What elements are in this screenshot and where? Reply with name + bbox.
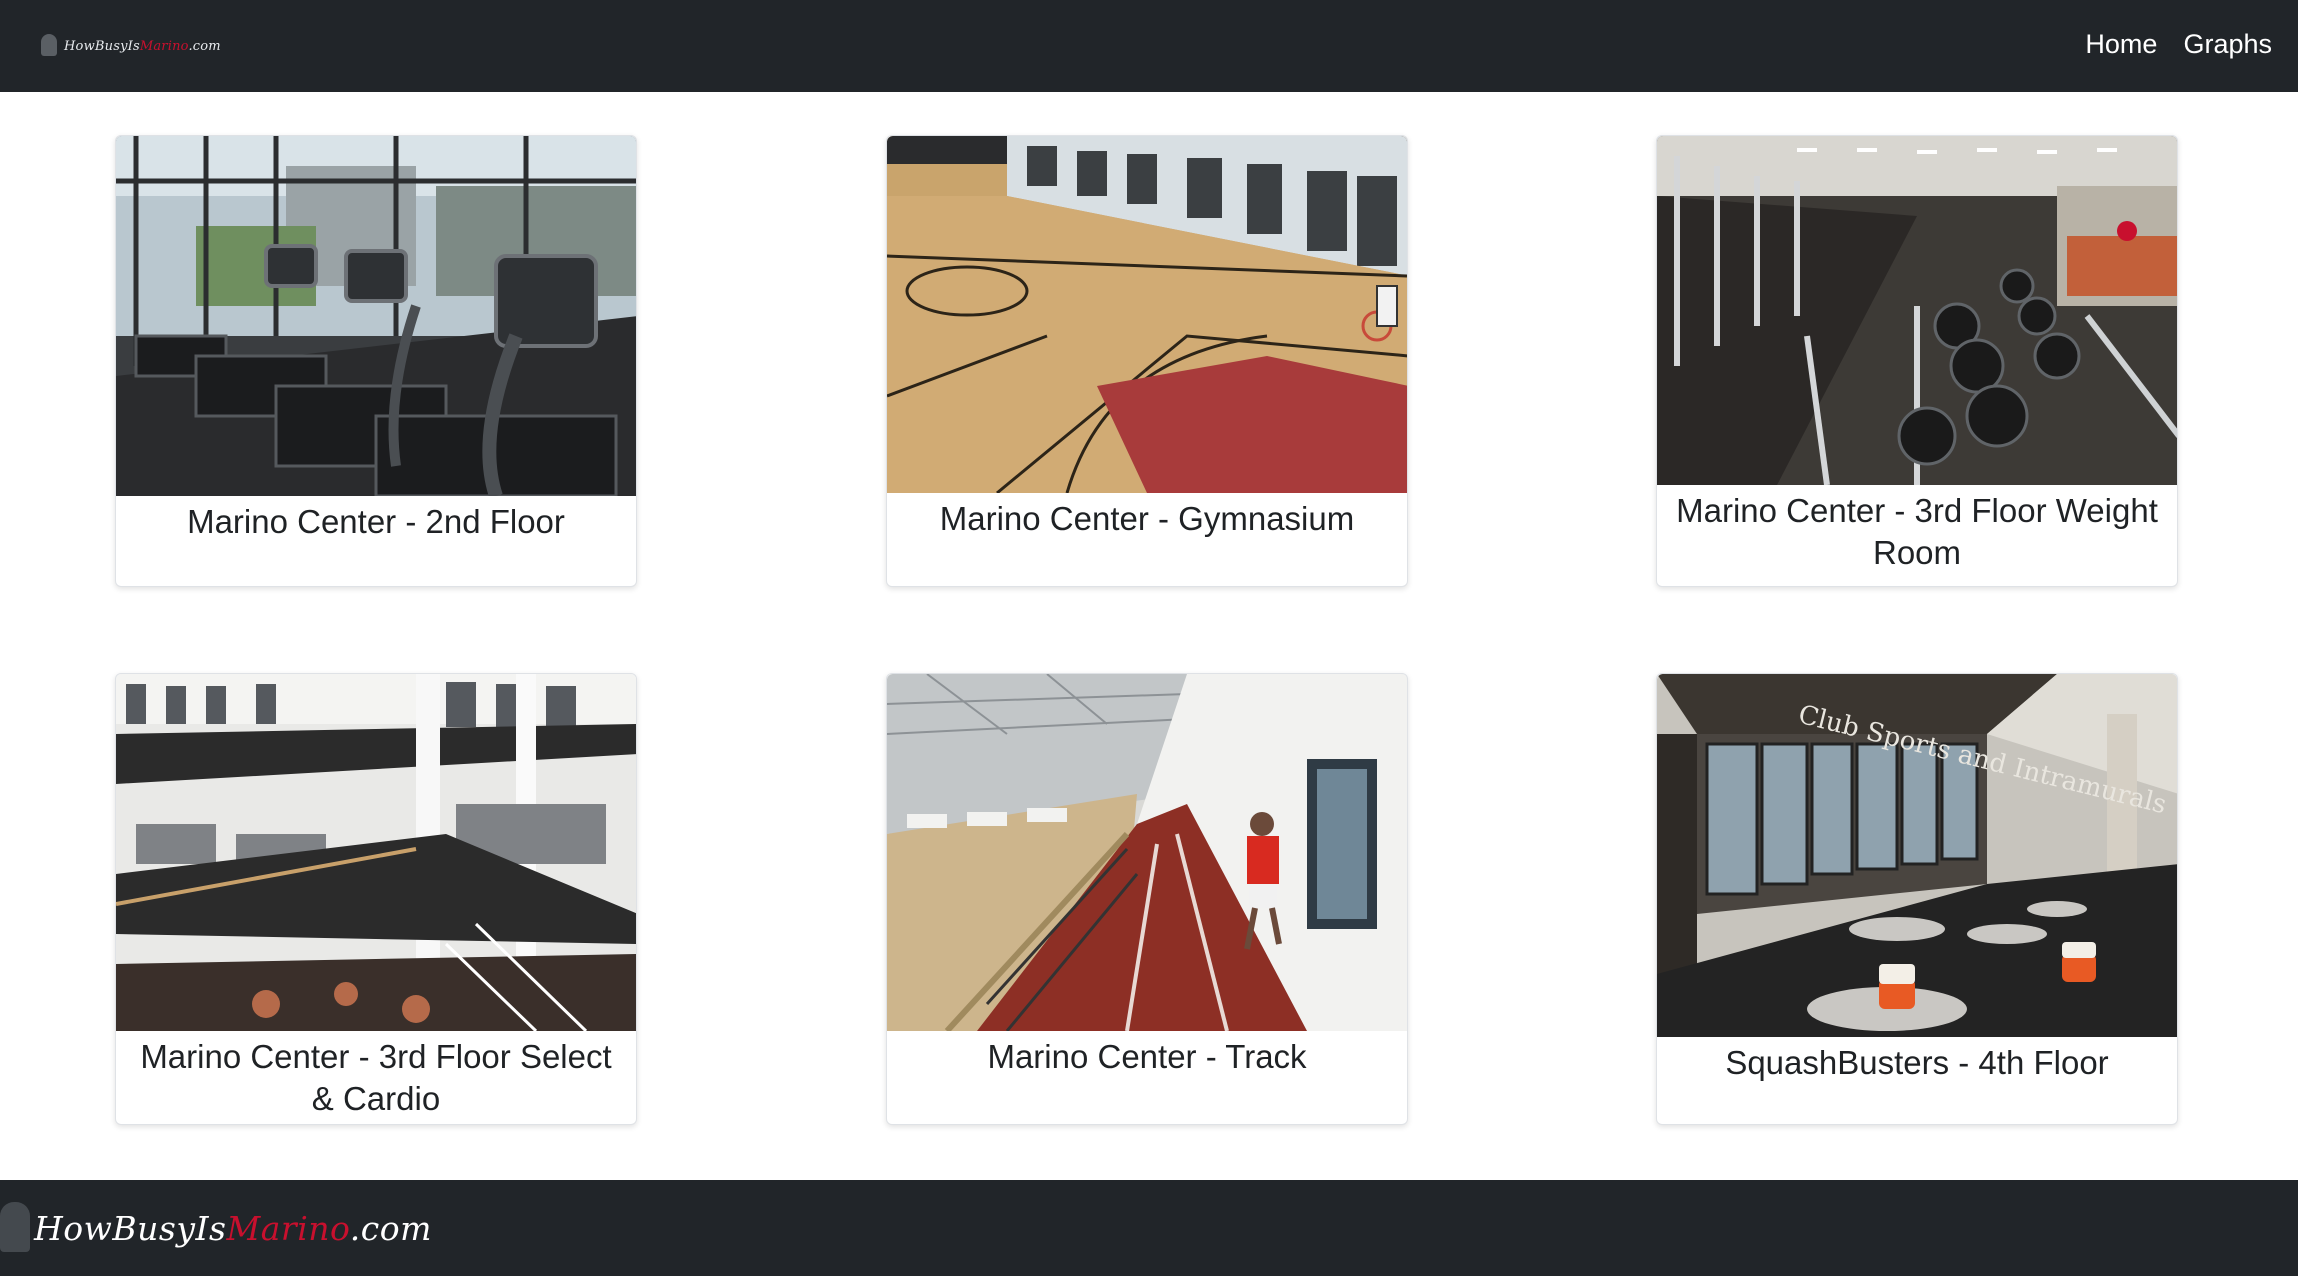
husky-logo-icon [0, 1196, 38, 1260]
brand-logo[interactable]: HowBusyIsMarino.com [38, 26, 221, 66]
nav-links: Home Graphs [2085, 24, 2272, 64]
footer-brand-name: HowBusyIsMarino.com [34, 1208, 432, 1248]
facility-card-title: Marino Center - 3rd Floor Select & Cardi… [140, 1038, 612, 1117]
facility-card-squashbusters[interactable]: Club Sports and Intramurals SquashBuster… [1656, 673, 2178, 1125]
husky-logo-icon [38, 31, 60, 61]
facility-photo-weight-room [1657, 136, 2177, 485]
facility-card-title: SquashBusters - 4th Floor [1725, 1044, 2109, 1081]
nav-graphs-link[interactable]: Graphs [2183, 24, 2272, 64]
brand-name: HowBusyIsMarino.com [64, 38, 221, 54]
facility-card-title: Marino Center - Track [987, 1038, 1307, 1075]
facility-photo-track [887, 674, 1407, 1031]
facility-card-title: Marino Center - 3rd Floor Weight Room [1676, 492, 2158, 571]
footer-logo: HowBusyIsMarino.com [0, 1196, 432, 1260]
facility-card-marino-2nd-floor[interactable]: Marino Center - 2nd Floor [115, 135, 637, 587]
nav-home-link[interactable]: Home [2085, 24, 2157, 64]
facility-card-title: Marino Center - 2nd Floor [187, 503, 565, 540]
facility-card-marino-gymnasium[interactable]: Marino Center - Gymnasium [886, 135, 1408, 587]
facility-photo-gymnasium [887, 136, 1407, 493]
facility-card-marino-select-cardio[interactable]: Marino Center - 3rd Floor Select & Cardi… [115, 673, 637, 1125]
footer: HowBusyIsMarino.com [0, 1180, 2298, 1276]
facility-card-marino-track[interactable]: Marino Center - Track [886, 673, 1408, 1125]
facility-photo-select-cardio [116, 674, 636, 1031]
top-navbar: HowBusyIsMarino.com Home Graphs [0, 0, 2298, 92]
facility-card-marino-weight-room[interactable]: Marino Center - 3rd Floor Weight Room [1656, 135, 2178, 587]
facility-card-title: Marino Center - Gymnasium [939, 500, 1355, 537]
facility-photo-2nd-floor [116, 136, 636, 496]
facility-photo-squashbusters: Club Sports and Intramurals [1657, 674, 2177, 1037]
